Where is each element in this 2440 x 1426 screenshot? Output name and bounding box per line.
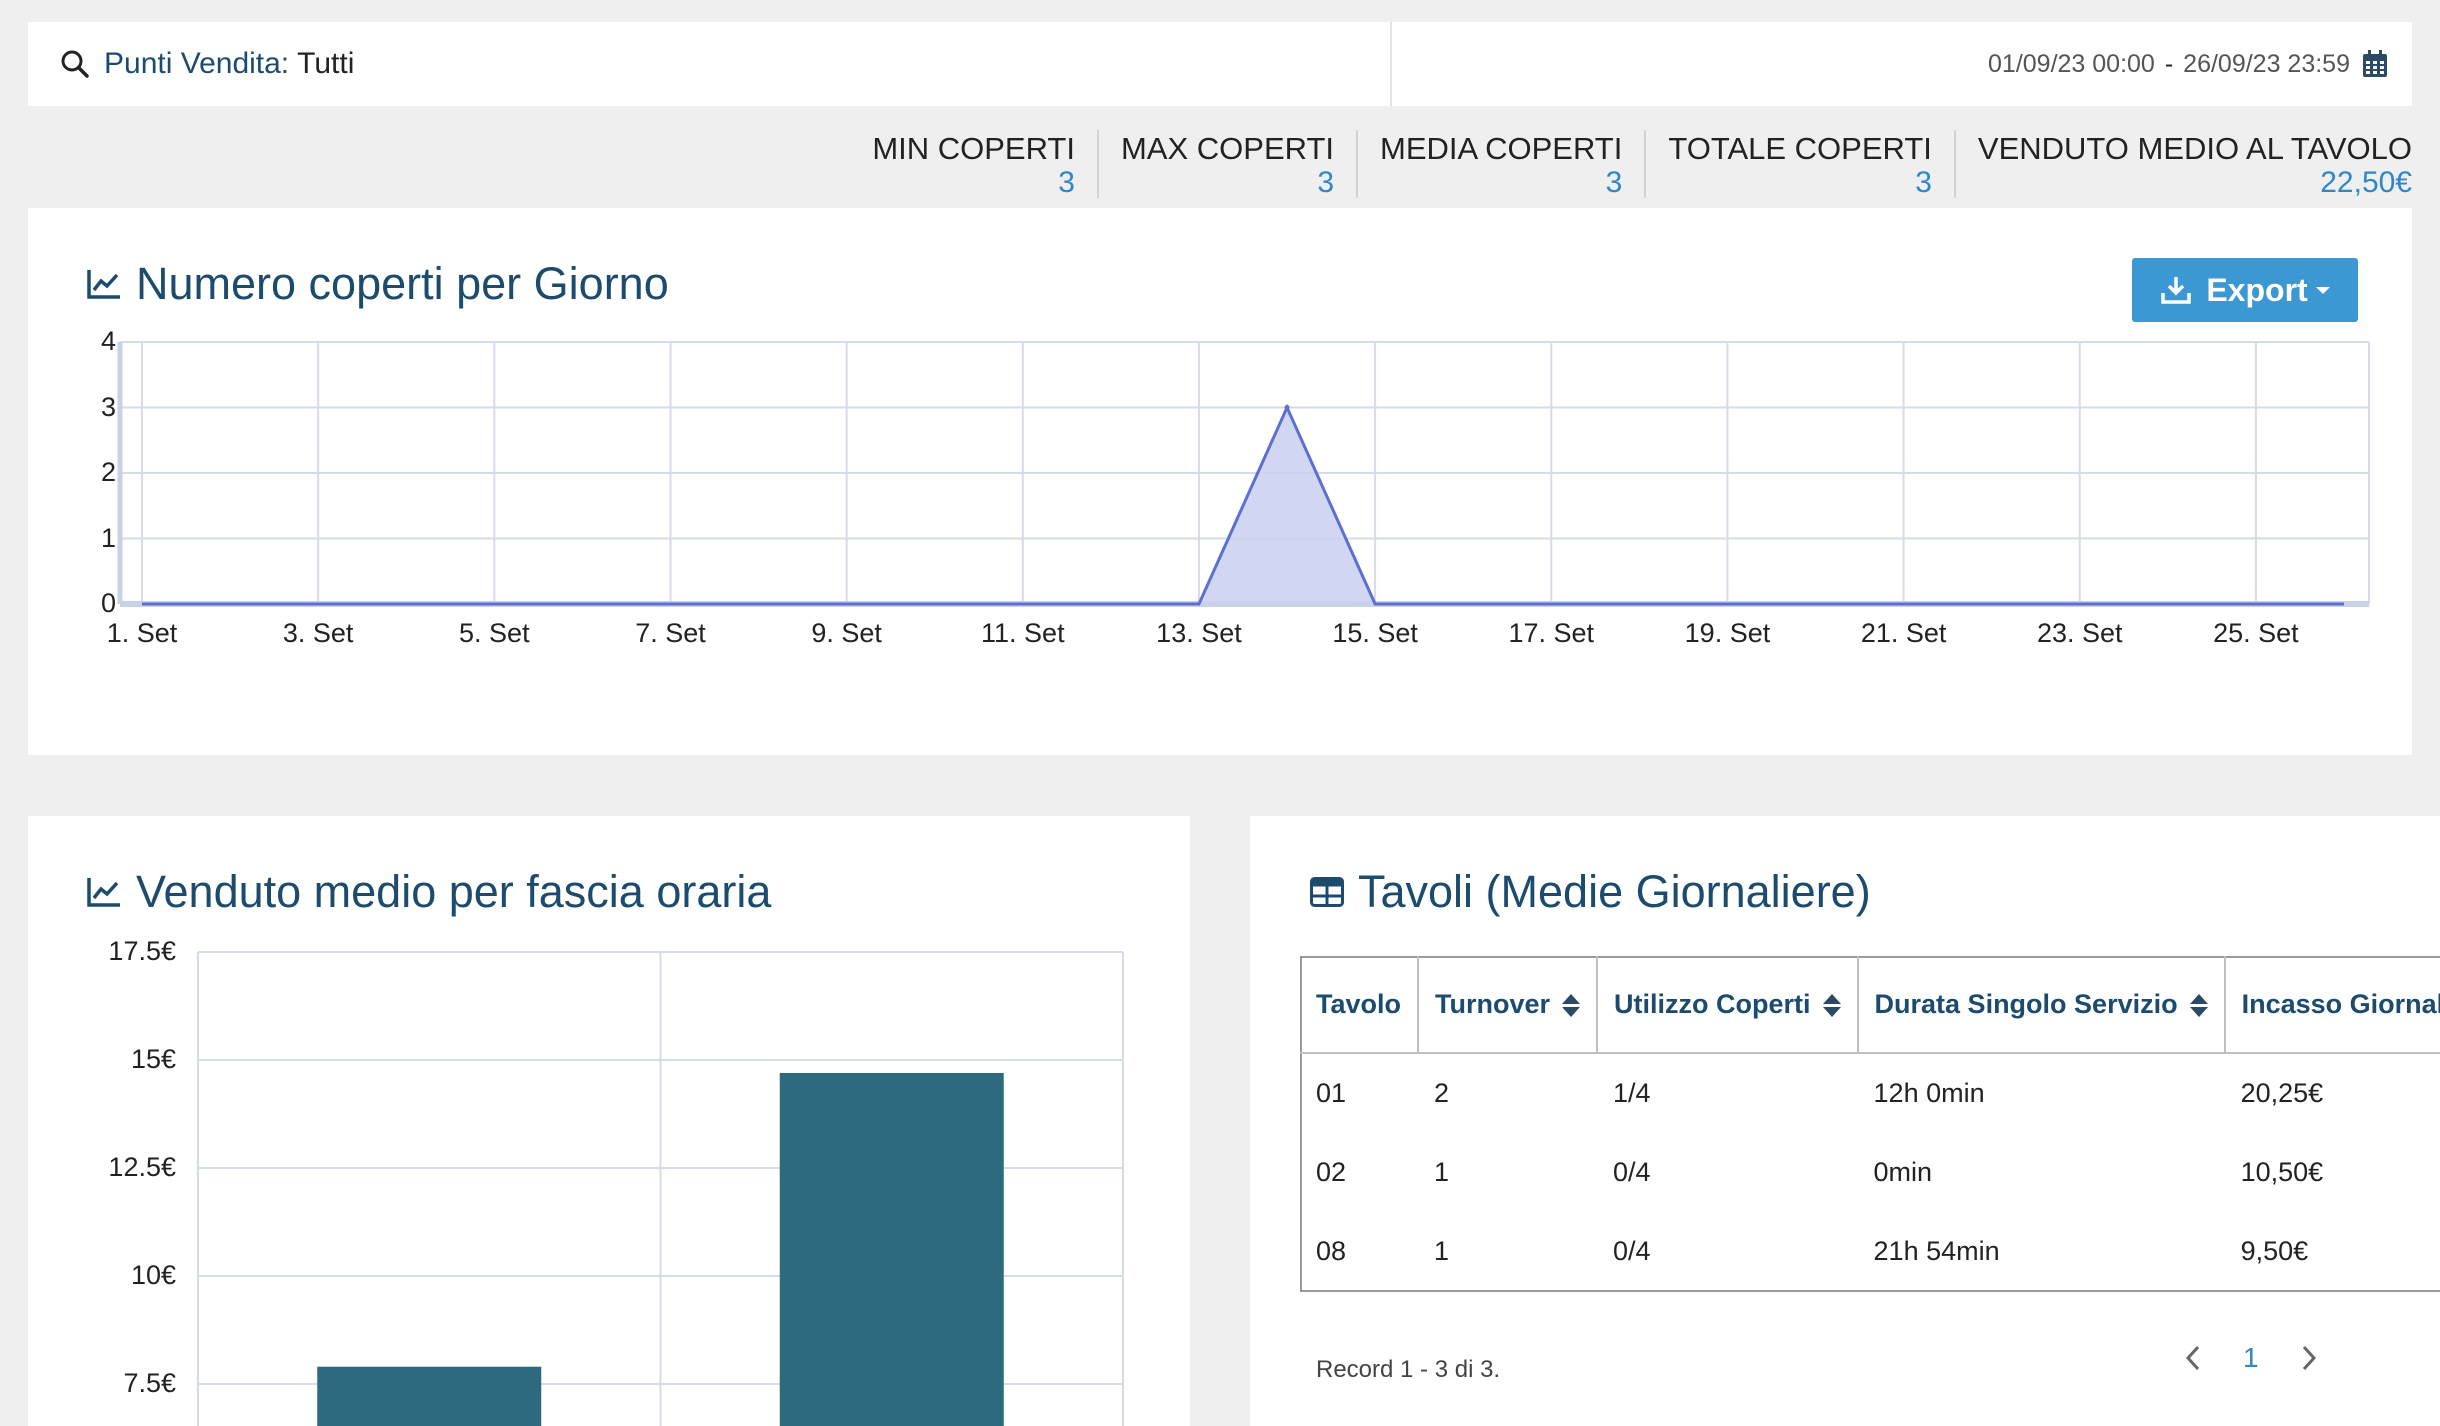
col-utilizzo-label: Utilizzo Coperti bbox=[1614, 988, 1811, 1019]
cell-tavolo: 01 bbox=[1316, 1078, 1347, 1108]
bar[interactable] bbox=[317, 1366, 542, 1426]
x-tick-label: 15. Set bbox=[1332, 618, 1418, 648]
page-number[interactable]: 1 bbox=[2243, 1342, 2259, 1374]
y-tick-label: 1 bbox=[100, 522, 116, 553]
stat-value: 3 bbox=[1317, 166, 1335, 199]
x-tick-label: 21. Set bbox=[1860, 618, 1947, 648]
y-tick-label: 17.5€ bbox=[108, 936, 176, 966]
col-utilizzo-coperti[interactable]: Utilizzo Coperti bbox=[1597, 956, 1859, 1053]
stat-label: TOTALE COPERTI bbox=[1668, 131, 1932, 166]
record-info: Record 1 - 3 di 3. bbox=[1316, 1356, 1501, 1383]
cell-turnover: 1 bbox=[1434, 1157, 1450, 1187]
table-row: 01 2 1/4 12h 0min 20,25€ bbox=[1300, 1053, 2440, 1133]
sort-icon[interactable] bbox=[1822, 993, 1841, 1017]
stat-min-coperti: MIN COPERTI 3 bbox=[850, 130, 1097, 198]
date-separator: - bbox=[2164, 49, 2174, 78]
table-row: 02 1 0/4 0min 10,50€ bbox=[1300, 1133, 2440, 1212]
stat-totale-coperti: TOTALE COPERTI 3 bbox=[1644, 130, 1954, 198]
cell-durata: 12h 0min bbox=[1873, 1078, 1985, 1108]
tavoli-table: Tavolo Turnover Utilizzo Coperti Durata … bbox=[1300, 956, 2440, 1291]
col-durata-servizio[interactable]: Durata Singolo Servizio bbox=[1857, 956, 2226, 1053]
date-range-picker[interactable]: 01/09/23 00:00 - 26/09/23 23:59 bbox=[1392, 50, 2412, 79]
cell-durata: 21h 54min bbox=[1873, 1236, 2000, 1266]
col-durata-label: Durata Singolo Servizio bbox=[1874, 988, 2178, 1019]
x-tick-label: 13. Set bbox=[1156, 618, 1242, 648]
store-filter[interactable]: Punti Vendita: Tutti bbox=[28, 22, 1392, 106]
x-tick-label: 1. Set bbox=[106, 618, 178, 648]
cell-tavolo: 08 bbox=[1316, 1236, 1347, 1266]
col-incasso-giornaliero[interactable]: Incasso Giornaliero bbox=[2225, 956, 2440, 1053]
y-tick-label: 7.5€ bbox=[123, 1368, 176, 1398]
y-tick-label: 2 bbox=[100, 457, 116, 487]
calendar-icon[interactable] bbox=[2362, 50, 2388, 78]
stat-value: 3 bbox=[1915, 166, 1932, 199]
col-incasso-label: Incasso Giornaliero bbox=[2241, 988, 2440, 1019]
y-tick-label: 12.5€ bbox=[108, 1152, 176, 1182]
x-tick-label: 11. Set bbox=[981, 618, 1065, 648]
y-tick-label: 10€ bbox=[130, 1260, 176, 1290]
stat-label: VENDUTO MEDIO AL TAVOLO bbox=[1977, 131, 2412, 166]
stats-strip: MIN COPERTI 3 MAX COPERTI 3 MEDIA COPERT… bbox=[850, 130, 2412, 198]
cell-utilizzo: 1/4 bbox=[1613, 1078, 1651, 1108]
cell-incasso: 9,50€ bbox=[2240, 1236, 2309, 1266]
cell-incasso: 20,25€ bbox=[2240, 1078, 2324, 1108]
x-tick-label: 5. Set bbox=[459, 618, 530, 648]
x-tick-label: 25. Set bbox=[2213, 618, 2299, 648]
x-tick-label: 23. Set bbox=[2036, 618, 2123, 648]
cell-utilizzo: 0/4 bbox=[1613, 1236, 1651, 1266]
table-icon bbox=[1310, 877, 1344, 907]
chevron-right-icon[interactable] bbox=[2301, 1345, 2317, 1371]
y-tick-label: 0 bbox=[100, 588, 116, 618]
cell-turnover: 2 bbox=[1434, 1078, 1450, 1108]
stat-venduto-medio: VENDUTO MEDIO AL TAVOLO 22,50€ bbox=[1953, 130, 2412, 199]
pagination: 1 bbox=[2185, 1342, 2317, 1374]
col-turnover[interactable]: Turnover bbox=[1418, 956, 1599, 1053]
x-tick-label: 3. Set bbox=[282, 618, 354, 648]
venduto-chart-panel: Venduto medio per fascia oraria 7.5€ 10€ 1… bbox=[28, 816, 1190, 1426]
bar[interactable] bbox=[779, 1072, 1004, 1426]
stat-value: 3 bbox=[1058, 166, 1075, 199]
x-tick-label: 17. Set bbox=[1508, 618, 1595, 648]
date-to: 26/09/23 23:59 bbox=[2183, 49, 2350, 78]
tavoli-title: Tavoli (Medie Giornaliere) bbox=[1310, 866, 1871, 918]
coperti-chart-panel: Numero coperti per Giorno Export 01234 1… bbox=[28, 208, 2412, 755]
table-row: 08 1 0/4 21h 54min 9,50€ bbox=[1300, 1212, 2440, 1291]
search-icon bbox=[61, 50, 89, 78]
y-tick-label: 3 bbox=[100, 391, 116, 422]
store-filter-label: Punti Vendita: bbox=[104, 47, 290, 80]
x-tick-label: 19. Set bbox=[1684, 618, 1771, 648]
col-turnover-label: Turnover bbox=[1435, 988, 1551, 1019]
store-filter-value: Tutti bbox=[297, 47, 355, 80]
data-point[interactable] bbox=[1284, 405, 1290, 410]
date-from: 01/09/23 00:00 bbox=[1988, 49, 2155, 78]
x-tick-label: 7. Set bbox=[635, 618, 706, 648]
col-tavolo-label: Tavolo bbox=[1316, 988, 1402, 1019]
tavoli-title-text: Tavoli (Medie Giornaliere) bbox=[1358, 866, 1871, 917]
y-tick-label: 4 bbox=[100, 326, 116, 356]
tavoli-panel: Tavoli (Medie Giornaliere) Tavolo Turnov… bbox=[1250, 816, 2440, 1426]
table-header-row: Tavolo Turnover Utilizzo Coperti Durata … bbox=[1300, 956, 2440, 1053]
col-tavolo[interactable]: Tavolo bbox=[1300, 956, 1420, 1053]
stat-value: 3 bbox=[1605, 166, 1623, 199]
stat-media-coperti: MEDIA COPERTI 3 bbox=[1356, 130, 1644, 198]
coperti-area-chart bbox=[117, 341, 2370, 607]
filter-bar: Punti Vendita: Tutti 01/09/23 00:00 - 26… bbox=[28, 22, 2412, 106]
y-tick-label: 15€ bbox=[130, 1044, 176, 1074]
stat-max-coperti: MAX COPERTI 3 bbox=[1096, 130, 1356, 199]
chevron-left-icon[interactable] bbox=[2185, 1345, 2201, 1371]
x-tick-label: 9. Set bbox=[811, 618, 882, 648]
sort-icon[interactable] bbox=[2189, 993, 2208, 1017]
stat-value: 22,50€ bbox=[2320, 166, 2412, 199]
cell-incasso: 10,50€ bbox=[2240, 1157, 2324, 1187]
stat-label: MAX COPERTI bbox=[1120, 131, 1335, 166]
stat-label: MEDIA COPERTI bbox=[1380, 131, 1623, 166]
sort-icon[interactable] bbox=[1562, 993, 1581, 1017]
cell-tavolo: 02 bbox=[1316, 1157, 1347, 1187]
cell-durata: 0min bbox=[1873, 1157, 1933, 1187]
stat-label: MIN COPERTI bbox=[872, 131, 1075, 166]
cell-utilizzo: 0/4 bbox=[1613, 1157, 1651, 1187]
venduto-bar-chart bbox=[197, 951, 1124, 1426]
cell-turnover: 1 bbox=[1434, 1236, 1450, 1266]
